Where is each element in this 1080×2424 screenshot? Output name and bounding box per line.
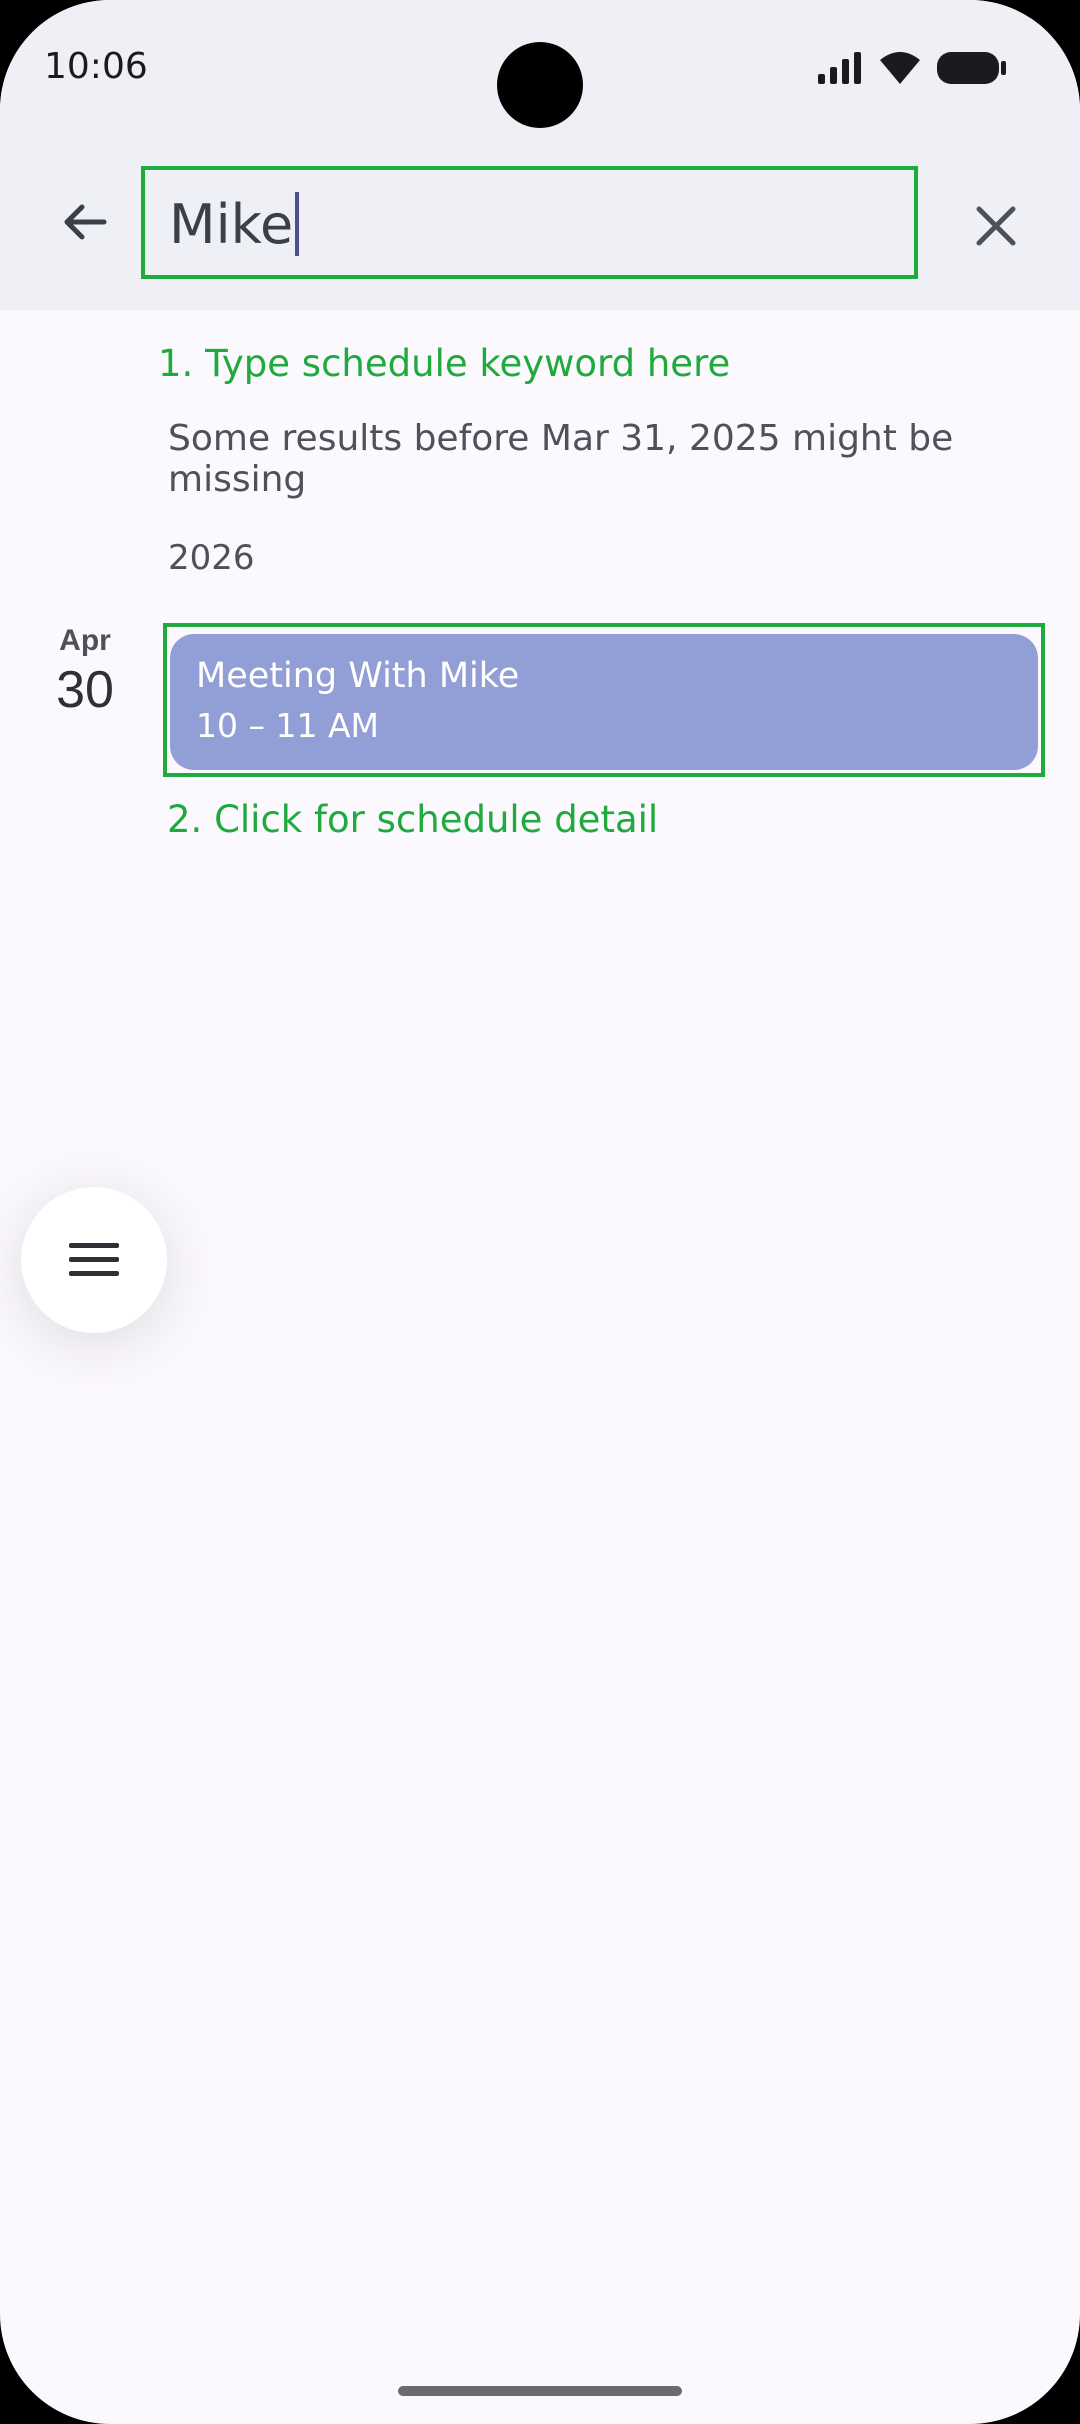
event-highlight-frame	[163, 623, 1045, 777]
camera-cutout	[497, 42, 583, 128]
home-indicator[interactable]	[398, 2386, 682, 2396]
battery-icon	[937, 52, 1006, 84]
text-cursor	[295, 192, 300, 256]
search-input[interactable]: Mike	[169, 192, 300, 256]
menu-icon	[69, 1243, 119, 1276]
year-header: 2026	[168, 538, 255, 578]
event-date-month: Apr	[59, 624, 111, 657]
search-input-text: Mike	[169, 192, 294, 256]
menu-button[interactable]	[21, 1187, 167, 1333]
phone-screen: 10:06 Mike 1. Type schedule keyword here…	[0, 0, 1080, 2424]
event-date: Apr 30	[40, 624, 130, 720]
status-time: 10:06	[44, 46, 148, 87]
search-field[interactable]: Mike	[141, 166, 918, 279]
annotation-step-2: 2. Click for schedule detail	[167, 798, 659, 841]
event-date-day: 30	[56, 661, 114, 719]
back-button[interactable]	[54, 192, 114, 252]
annotation-step-1: 1. Type schedule keyword here	[158, 342, 731, 385]
clear-search-button[interactable]	[966, 196, 1026, 256]
wifi-icon	[880, 52, 920, 84]
status-icons	[816, 50, 1008, 86]
signal-icon	[818, 52, 861, 84]
missing-results-note: Some results before Mar 31, 2025 might b…	[168, 418, 954, 500]
close-icon	[976, 206, 1016, 246]
arrow-left-icon	[64, 204, 107, 240]
